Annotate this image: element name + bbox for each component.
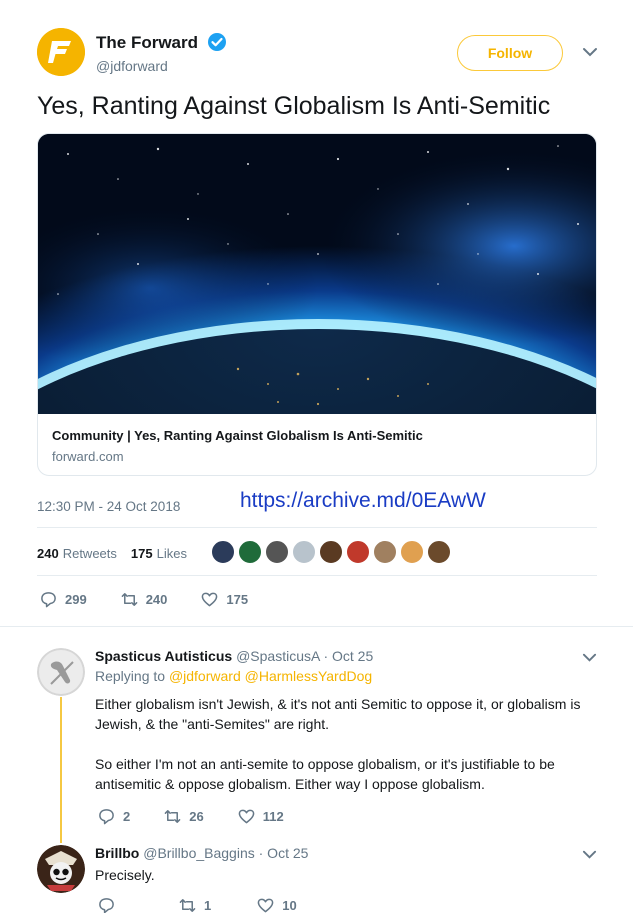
replying-label: Replying to (95, 668, 166, 684)
reply-text-line: antisemitic & oppose globalism. Either w… (95, 776, 485, 792)
chevron-down-icon[interactable] (582, 44, 598, 60)
reply-icon (99, 809, 114, 825)
divider (0, 626, 633, 627)
replying-to-links[interactable]: @jdforward @HarmlessYardDog (169, 668, 372, 684)
retweet-icon (179, 899, 196, 912)
archive-link-overlay: https://archive.md/0EAwW (240, 489, 486, 512)
follow-button[interactable]: Follow (457, 35, 563, 71)
chevron-down-icon[interactable] (582, 847, 597, 862)
retweet-count: 26 (189, 809, 204, 824)
liker-avatar[interactable] (292, 540, 316, 564)
thread-line (60, 697, 62, 843)
tweet-stats: 240 Retweets 175 Likes (37, 541, 201, 565)
retweet-action[interactable]: 26 (164, 808, 204, 825)
tweet-actions: 299 240 175 (40, 591, 282, 608)
reply-text: Precisely. (95, 867, 155, 883)
liker-avatar[interactable] (346, 540, 370, 564)
reply-icon (41, 592, 56, 608)
likes-stat[interactable]: 175 Likes (131, 546, 187, 561)
forward-logo-avatar[interactable] (37, 28, 85, 76)
like-count: 112 (262, 809, 284, 824)
reply-date[interactable]: · Oct 25 (323, 648, 373, 664)
reply-header: Brillbo @Brillbo_Baggins · Oct 25 (95, 845, 308, 861)
retweet-count: 240 (145, 592, 168, 607)
retweet-action[interactable]: 240 (121, 591, 168, 608)
reply-author-handle[interactable]: @SpasticusA (236, 648, 319, 664)
tweet-timestamp[interactable]: 12:30 PM - 24 Oct 2018 (37, 499, 180, 514)
author-name[interactable]: The Forward (96, 33, 198, 53)
reply-tweet[interactable]: Spasticus Autisticus @SpasticusA · Oct 2… (37, 648, 602, 833)
link-card[interactable]: Community | Yes, Ranting Against Globali… (37, 133, 597, 476)
retweet-icon (164, 810, 181, 823)
reply-icon (99, 898, 114, 913)
reply-text-line: Jewish, & the "anti-Semites" are right. (95, 716, 330, 732)
reply-author-name[interactable]: Spasticus Autisticus (95, 648, 232, 664)
reply-text-line: Either globalism isn't Jewish, & it's no… (95, 696, 581, 712)
retweets-label: Retweets (62, 545, 117, 561)
liker-avatar[interactable] (427, 540, 451, 564)
reply-author-name[interactable]: Brillbo (95, 845, 139, 861)
heart-icon (238, 809, 255, 824)
like-count: 10 (282, 898, 297, 913)
retweets-count: 240 (37, 545, 59, 561)
reply-action[interactable]: 2 (98, 808, 130, 825)
divider (37, 575, 597, 576)
verified-badge-icon (208, 33, 226, 51)
avatar[interactable] (37, 845, 85, 893)
card-domain: forward.com (52, 449, 124, 464)
reply-header: Spasticus Autisticus @SpasticusA · Oct 2… (95, 648, 373, 664)
reply-author-handle[interactable]: @Brillbo_Baggins (143, 845, 255, 861)
author-handle[interactable]: @jdforward (96, 58, 168, 74)
tweet-text: Yes, Ranting Against Globalism Is Anti-S… (37, 92, 551, 120)
reply-action[interactable]: 299 (40, 591, 87, 608)
likes-count: 175 (130, 545, 153, 561)
like-action[interactable]: 175 (201, 591, 248, 608)
heart-icon (257, 898, 274, 913)
retweet-count: 1 (204, 898, 212, 913)
liker-avatar[interactable] (400, 540, 424, 564)
like-action[interactable]: 10 (257, 897, 297, 913)
chevron-down-icon[interactable] (582, 650, 597, 665)
retweet-action[interactable]: 1 (179, 897, 211, 913)
reply-text-line: So either I'm not an anti-semite to oppo… (95, 756, 555, 772)
liker-avatar[interactable] (373, 540, 397, 564)
card-title: Community | Yes, Ranting Against Globali… (52, 428, 423, 443)
likes-label: Likes (156, 545, 187, 561)
retweet-icon (121, 593, 138, 606)
card-image-earth (38, 134, 596, 414)
like-count: 175 (226, 592, 249, 607)
retweets-stat[interactable]: 240 Retweets (37, 546, 117, 561)
reply-count: 2 (123, 809, 131, 824)
reply-date[interactable]: · Oct 25 (259, 845, 309, 861)
liker-avatar[interactable] (238, 540, 262, 564)
heart-icon (202, 592, 218, 607)
divider (37, 527, 597, 528)
reply-count: 299 (65, 592, 87, 607)
liker-avatar[interactable] (265, 540, 289, 564)
avatar[interactable] (37, 648, 85, 696)
tweet-header: The Forward @jdforward Follow (37, 28, 602, 80)
liker-avatar[interactable] (211, 540, 235, 564)
reply-actions: 2 26 112 (98, 808, 318, 825)
reply-actions: 1 10 (98, 897, 331, 913)
reply-tweet[interactable]: Brillbo @Brillbo_Baggins · Oct 25 Precis… (37, 845, 602, 913)
like-action[interactable]: 112 (238, 808, 284, 825)
reply-text: Either globalism isn't Jewish, & it's no… (95, 694, 595, 794)
replying-to: Replying to @jdforward @HarmlessYardDog (95, 668, 372, 684)
liker-avatar[interactable] (319, 540, 343, 564)
reply-action[interactable] (98, 897, 123, 913)
liker-avatars (211, 540, 454, 564)
